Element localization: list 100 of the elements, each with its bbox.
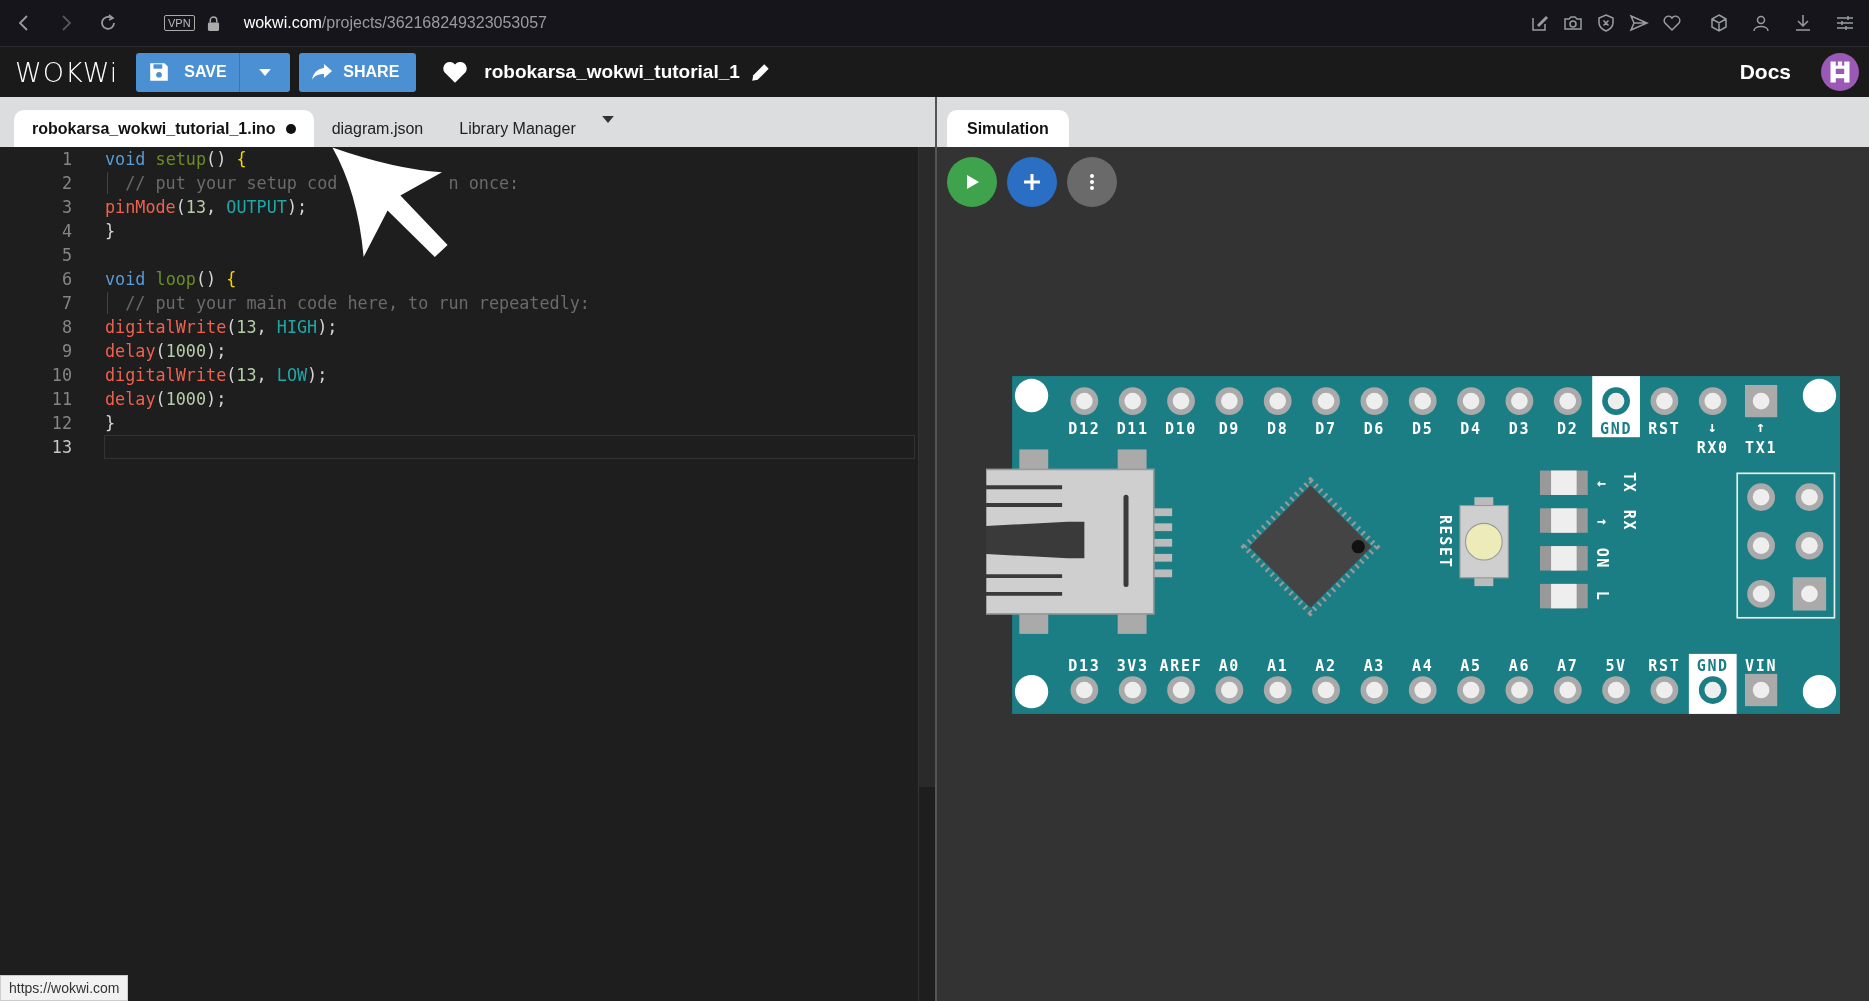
reset-button-drawing[interactable] bbox=[1459, 497, 1509, 587]
pin[interactable] bbox=[1167, 676, 1195, 704]
pin[interactable] bbox=[1070, 676, 1099, 704]
send-icon[interactable] bbox=[1629, 13, 1649, 33]
pin[interactable] bbox=[1602, 676, 1630, 704]
pin[interactable] bbox=[1650, 387, 1679, 415]
logo[interactable]: WOKWi bbox=[15, 56, 119, 88]
pin[interactable] bbox=[1070, 387, 1099, 415]
pin-label: A5 bbox=[1460, 656, 1482, 675]
pin-label: RX0 bbox=[1696, 438, 1729, 457]
pin[interactable] bbox=[1215, 387, 1244, 415]
address-bar[interactable]: wokwi.com/projects/362168249323053057 bbox=[243, 14, 547, 32]
header-pin[interactable] bbox=[1792, 577, 1827, 611]
pin[interactable] bbox=[1408, 676, 1437, 704]
line-number: 2 bbox=[60, 173, 73, 193]
simulation-tab[interactable]: Simulation bbox=[947, 110, 1069, 147]
pin[interactable] bbox=[1505, 676, 1534, 704]
mounting-hole bbox=[1802, 675, 1837, 709]
led-label: RX bbox=[1620, 509, 1639, 532]
shield-icon[interactable] bbox=[1596, 13, 1616, 33]
download-icon[interactable] bbox=[1793, 13, 1813, 33]
avatar-icon[interactable] bbox=[1821, 53, 1859, 91]
pin[interactable] bbox=[1457, 387, 1485, 415]
reload-icon[interactable] bbox=[98, 13, 118, 33]
sliders-icon[interactable] bbox=[1835, 13, 1855, 33]
caret-icon[interactable] bbox=[601, 116, 614, 123]
line-number: 10 bbox=[50, 365, 73, 385]
line-number: 6 bbox=[60, 269, 73, 289]
pin-label: A4 bbox=[1412, 656, 1434, 675]
pin[interactable] bbox=[1263, 387, 1292, 415]
heart-icon[interactable] bbox=[442, 60, 469, 84]
mounting-hole bbox=[1802, 378, 1837, 413]
pin-label: TX1 bbox=[1745, 438, 1778, 457]
caret-icon bbox=[259, 68, 272, 76]
pin-label: D7 bbox=[1315, 419, 1337, 438]
led-drawing bbox=[1539, 546, 1588, 571]
pin[interactable] bbox=[1118, 676, 1147, 704]
pin[interactable] bbox=[1698, 387, 1727, 415]
tab-label: diagram.json bbox=[331, 119, 424, 138]
person-icon[interactable] bbox=[1751, 13, 1771, 33]
pin[interactable] bbox=[1312, 387, 1340, 415]
docs-link[interactable]: Docs bbox=[1739, 60, 1791, 84]
code-line: } bbox=[104, 220, 117, 243]
line-number: 3 bbox=[60, 197, 73, 217]
pin[interactable] bbox=[1505, 387, 1534, 415]
pin[interactable] bbox=[1650, 676, 1679, 704]
pin-label: RST bbox=[1648, 656, 1681, 675]
pin-label: A1 bbox=[1267, 656, 1289, 675]
play-button[interactable] bbox=[947, 157, 997, 207]
pin-label: A0 bbox=[1218, 656, 1241, 675]
pin[interactable] bbox=[1408, 387, 1437, 415]
pin[interactable] bbox=[1263, 676, 1292, 704]
pin[interactable] bbox=[1215, 676, 1244, 704]
cube-icon[interactable] bbox=[1709, 13, 1729, 33]
heart-icon[interactable] bbox=[1662, 13, 1682, 33]
pin-label: 5V bbox=[1605, 656, 1627, 675]
pin-label: D9 bbox=[1218, 419, 1241, 438]
header-pin[interactable] bbox=[1747, 531, 1775, 560]
header-pin[interactable] bbox=[1747, 580, 1775, 608]
file-tab[interactable]: Library Manager bbox=[441, 110, 594, 147]
led-label: L bbox=[1592, 590, 1611, 602]
file-tab[interactable]: robokarsa_wokwi_tutorial_1.ino bbox=[14, 110, 314, 147]
pin[interactable] bbox=[1457, 676, 1485, 704]
pin[interactable] bbox=[1167, 387, 1195, 415]
pin-label: A3 bbox=[1363, 656, 1386, 675]
header-pin[interactable] bbox=[1795, 483, 1824, 512]
pin[interactable] bbox=[1118, 387, 1147, 415]
file-tab[interactable]: diagram.json bbox=[313, 110, 442, 147]
pin-label: D2 bbox=[1557, 419, 1579, 438]
edit-icon[interactable] bbox=[1530, 13, 1550, 33]
pencil-icon[interactable] bbox=[749, 61, 772, 83]
status-url-tooltip: https://wokwi.com bbox=[0, 975, 129, 1001]
add-part-button[interactable] bbox=[1007, 157, 1057, 207]
pin[interactable] bbox=[1553, 387, 1582, 415]
pin-label: D6 bbox=[1363, 419, 1386, 438]
pin-label: VIN bbox=[1745, 656, 1778, 675]
pin[interactable] bbox=[1360, 387, 1389, 415]
pin[interactable] bbox=[1360, 676, 1389, 704]
header-pin[interactable] bbox=[1795, 531, 1824, 560]
project-name[interactable]: robokarsa_wokwi_tutorial_1 bbox=[484, 61, 740, 83]
scrollbar[interactable] bbox=[918, 147, 935, 1001]
pin[interactable] bbox=[1698, 676, 1727, 704]
line-number: 1 bbox=[60, 149, 73, 169]
vpn-badge[interactable]: VPN bbox=[164, 15, 195, 31]
pin[interactable] bbox=[1602, 387, 1630, 415]
pin-label: D8 bbox=[1267, 419, 1289, 438]
code-line: void setup() { bbox=[104, 148, 248, 171]
plus-icon bbox=[1022, 172, 1042, 192]
line-number: 12 bbox=[50, 413, 73, 433]
pin-label: GND bbox=[1696, 656, 1729, 675]
pin[interactable] bbox=[1553, 676, 1582, 704]
more-options-button[interactable] bbox=[1067, 157, 1117, 207]
line-number: 13 bbox=[50, 437, 73, 457]
pin-label: RST bbox=[1648, 419, 1681, 438]
pin-label: A7 bbox=[1557, 656, 1579, 675]
pin-label: GND bbox=[1600, 419, 1633, 438]
camera-icon[interactable] bbox=[1563, 13, 1583, 33]
header-pin[interactable] bbox=[1747, 483, 1775, 512]
pin-label: AREF bbox=[1159, 656, 1203, 675]
pin[interactable] bbox=[1312, 676, 1340, 704]
